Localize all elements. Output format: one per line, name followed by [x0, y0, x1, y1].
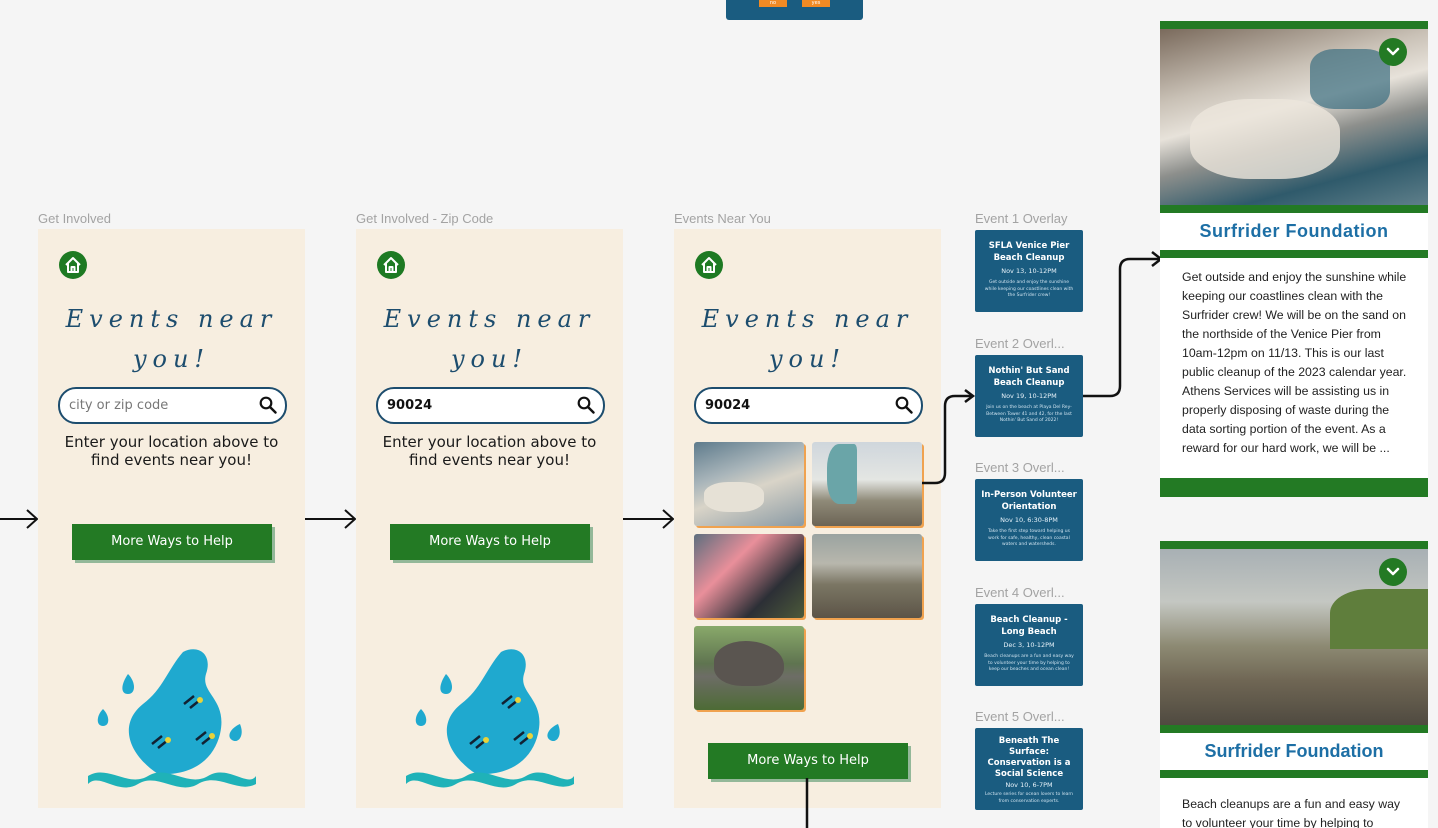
home-button[interactable] — [59, 251, 87, 279]
event-card-3[interactable]: In-Person Volunteer Orientation Nov 10, … — [975, 479, 1083, 561]
event-3-photo[interactable] — [694, 534, 804, 618]
search-placeholder: city or zip code — [69, 398, 169, 413]
event-blurb: Beach cleanups are a fun and easy way to… — [984, 654, 1074, 672]
frame-events-near-you: Events near you! 90024 More Ways to Help — [674, 229, 941, 808]
event-date: Nov 13, 10-12PM — [1001, 267, 1057, 275]
overlay-label-event-2: Event 2 Overl... — [975, 336, 1065, 351]
frame-label-events-near-you: Events Near You — [674, 211, 771, 226]
event-card-2[interactable]: Nothin' But Sand Beach Cleanup Nov 19, 1… — [975, 355, 1083, 437]
top-dialog: no yes — [726, 0, 863, 20]
event-blurb: Take the first step toward helping us wo… — [988, 529, 1070, 547]
flow-arrow-icon — [305, 509, 357, 529]
organization-name: Surfrider Foundation — [1204, 741, 1384, 761]
home-icon — [383, 257, 399, 273]
splashing-fish-illustration-icon — [88, 649, 256, 788]
divider-bar — [1160, 250, 1428, 258]
event-title: Beach Cleanup - Long Beach — [990, 615, 1068, 637]
chevron-down-icon — [1386, 567, 1400, 576]
more-ways-to-help-button[interactable]: More Ways to Help — [72, 524, 272, 560]
event-blurb: Join us on the beach at Playa Del Rey-Be… — [986, 405, 1072, 423]
overlay-label-event-5: Event 5 Overl... — [975, 709, 1065, 724]
more-ways-to-help-button[interactable]: More Ways to Help — [390, 524, 590, 560]
event-description: Beach cleanups are a fun and easy way to… — [1182, 797, 1401, 828]
event-blurb: Lecture series for ocean lovers to learn… — [984, 792, 1074, 804]
home-button[interactable] — [695, 251, 723, 279]
splashing-fish-illustration-icon — [406, 649, 574, 788]
search-icon[interactable] — [577, 396, 595, 414]
top-bar — [1160, 21, 1428, 29]
event-title: Beneath The Surface: Conservation is a S… — [987, 736, 1071, 779]
event-date: Nov 10, 6-7PM — [1005, 781, 1053, 789]
location-search-input[interactable]: city or zip code — [58, 387, 287, 424]
event-card-5[interactable]: Beneath The Surface: Conservation is a S… — [975, 728, 1083, 810]
event-date: Nov 19, 10-12PM — [1001, 392, 1057, 400]
divider-bar — [1160, 770, 1428, 778]
search-value: 90024 — [387, 398, 433, 413]
event-card-4[interactable]: Beach Cleanup - Long Beach Dec 3, 10-12P… — [975, 604, 1083, 686]
event-1-photo[interactable] — [694, 442, 804, 526]
page-title: Events near you! — [701, 305, 914, 373]
event-blurb: Get outside and enjoy the sunshine while… — [984, 280, 1074, 298]
frame-label-get-involved: Get Involved — [38, 211, 111, 226]
collapse-button[interactable] — [1379, 558, 1407, 586]
divider-bar — [1160, 725, 1428, 733]
no-button[interactable]: no — [759, 0, 787, 7]
event-title: SFLA Venice Pier Beach Cleanup — [988, 241, 1070, 263]
location-search-input[interactable]: 90024 — [694, 387, 923, 424]
more-ways-to-help-button[interactable]: More Ways to Help — [708, 743, 908, 779]
event-4-photo[interactable] — [812, 534, 922, 618]
frame-get-involved: Events near you! city or zip code Enter y… — [38, 229, 305, 808]
bottom-bar — [1160, 478, 1428, 497]
event-title: In-Person Volunteer Orientation — [981, 490, 1077, 512]
event-5-photo[interactable] — [694, 626, 804, 710]
frame-label-zip-code: Get Involved - Zip Code — [356, 211, 494, 226]
home-button[interactable] — [377, 251, 405, 279]
page-title: Events near you! — [383, 305, 596, 373]
yes-button[interactable]: yes — [802, 0, 830, 7]
helper-text: Enter your location above to find events… — [382, 433, 597, 469]
event-detail-panel-2: Surfrider Foundation Beach cleanups are … — [1160, 541, 1428, 828]
flow-arrow-icon — [623, 509, 675, 529]
connector-line-icon — [805, 778, 809, 828]
overlay-label-event-4: Event 4 Overl... — [975, 585, 1065, 600]
search-value: 90024 — [705, 398, 751, 413]
overlay-label-event-1: Event 1 Overlay — [975, 211, 1068, 226]
event-description: Get outside and enjoy the sunshine while… — [1182, 270, 1407, 455]
top-bar — [1160, 541, 1428, 549]
event-title: Nothin' But Sand Beach Cleanup — [988, 366, 1070, 388]
frame-get-involved-zip: Events near you! 90024 Enter your locatio… — [356, 229, 623, 808]
home-icon — [701, 257, 717, 273]
divider-bar — [1160, 205, 1428, 213]
page-title: Events near you! — [65, 305, 278, 373]
event-detail-panel-1: Surfrider Foundation Get outside and enj… — [1160, 21, 1428, 497]
overlay-label-event-3: Event 3 Overl... — [975, 460, 1065, 475]
chevron-down-icon — [1386, 47, 1400, 56]
search-icon[interactable] — [895, 396, 913, 414]
event-date: Nov 10, 6:30-8PM — [1000, 516, 1058, 524]
search-icon[interactable] — [259, 396, 277, 414]
helper-text: Enter your location above to find events… — [64, 433, 279, 469]
event-card-1[interactable]: SFLA Venice Pier Beach Cleanup Nov 13, 1… — [975, 230, 1083, 312]
location-search-input[interactable]: 90024 — [376, 387, 605, 424]
collapse-button[interactable] — [1379, 38, 1407, 66]
home-icon — [65, 257, 81, 273]
event-2-photo[interactable] — [812, 442, 922, 526]
organization-name: Surfrider Foundation — [1199, 221, 1389, 241]
event-date: Dec 3, 10-12PM — [1003, 641, 1055, 649]
flow-arrow-icon — [0, 509, 39, 529]
